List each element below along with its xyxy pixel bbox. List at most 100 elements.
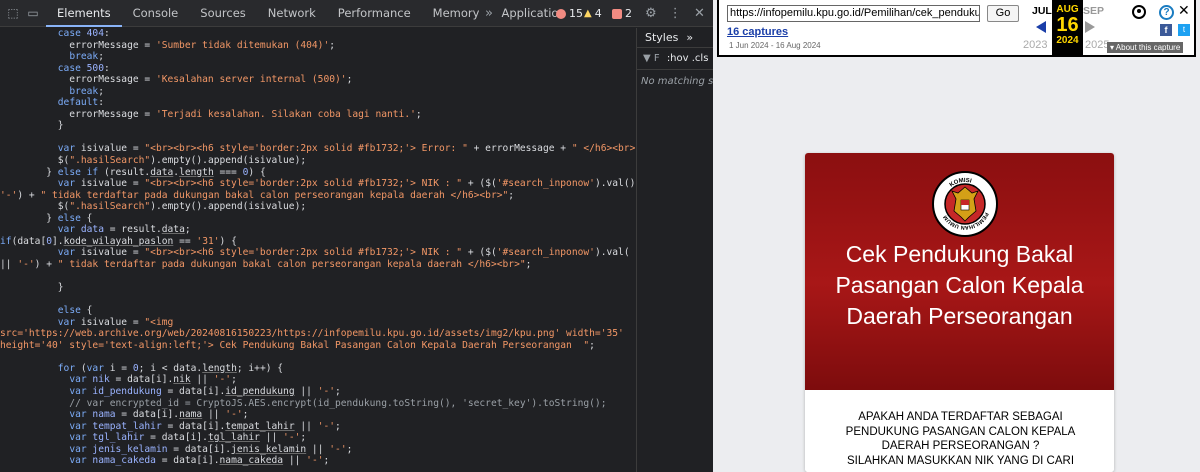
code-token: nik	[173, 374, 191, 386]
more-panes-button[interactable]: »	[686, 28, 693, 47]
code-token: }	[0, 166, 58, 178]
code-token: = data[i].	[167, 443, 232, 455]
code-line: errorMessage = 'Sumber tidak ditemukan (…	[0, 40, 636, 52]
code-token: $(	[0, 201, 70, 213]
code-line: var isivalue = "<br><br><h6 style='borde…	[0, 178, 636, 190]
code-token: ||	[190, 374, 214, 386]
code-token: tempat_lahir	[92, 420, 162, 432]
code-line: var tgl_lahir = data[i].tgl_lahir || '-'…	[0, 432, 636, 444]
issues-badge[interactable]: 2	[612, 0, 632, 27]
code-token: + ($(	[462, 247, 497, 259]
code-line: || '-') + " tidak terdaftar pada dukunga…	[0, 259, 636, 271]
search-card: KOMISI PEMILIHAN UMUM Cek Pendukung Baka…	[805, 153, 1114, 472]
code-token: + errorMessage +	[467, 143, 572, 155]
tab-styles[interactable]: Styles	[645, 28, 678, 47]
code-token: else if	[57, 166, 99, 178]
code-line: '-') + " tidak terdaftar pada dukungan b…	[0, 190, 636, 202]
code-token: ;	[346, 74, 353, 86]
code-token: ;	[323, 455, 330, 467]
code-token: errorMessage =	[0, 39, 156, 51]
prev-month-label[interactable]: JUL	[1032, 5, 1052, 17]
card-header: KOMISI PEMILIHAN UMUM Cek Pendukung Baka…	[805, 153, 1114, 390]
code-token: ).val()	[594, 178, 636, 190]
close-icon[interactable]: ✕	[1178, 3, 1190, 19]
devtools-toolbar: ⬚ ▭ Elements Console Sources Network Per…	[0, 0, 713, 27]
code-token: ;	[525, 258, 532, 270]
code-token: :	[103, 62, 110, 74]
question-text: APAKAH ANDA TERDAFTAR SEBAGAI PENDUKUNG …	[845, 411, 1076, 452]
tab-network[interactable]: Network	[257, 0, 327, 27]
wayback-url-input[interactable]: https://infopemilu.kpu.go.id/Pemilihan/c…	[727, 5, 980, 22]
styles-filter[interactable]: ▼ F :hov .cls	[637, 48, 713, 70]
code-line: } else if (result.data.length === 0) {	[0, 167, 636, 179]
code-token: ;	[346, 443, 353, 455]
code-token: var	[69, 420, 87, 432]
code-line: }	[0, 282, 636, 294]
code-token: $(	[0, 155, 70, 167]
code-token: = data[i].	[144, 432, 208, 444]
code-token: '-'	[306, 455, 324, 467]
facebook-share-icon[interactable]: f	[1160, 24, 1172, 36]
tab-elements[interactable]: Elements	[46, 0, 122, 27]
code-line: height='40' style='text-align:left;'> Ce…	[0, 340, 636, 352]
devtools-tabs: Elements Console Sources Network Perform…	[46, 0, 577, 27]
code-token: length	[202, 362, 237, 374]
code-token: ;	[329, 39, 336, 51]
user-account-icon[interactable]	[1132, 5, 1146, 19]
tab-performance[interactable]: Performance	[327, 0, 422, 27]
more-tabs-button[interactable]: »	[485, 0, 493, 27]
settings-gear-icon[interactable]: ⚙	[645, 6, 657, 21]
code-line: } else {	[0, 213, 636, 225]
help-icon[interactable]: ?	[1159, 5, 1174, 20]
errors-badge[interactable]: 15	[556, 0, 583, 27]
kebab-menu-icon[interactable]: ⋮	[669, 6, 682, 21]
code-token: ||	[0, 258, 18, 270]
code-token: var	[69, 443, 87, 455]
device-toolbar-icon[interactable]: ▭	[26, 6, 40, 20]
code-token: src='https://web.archive.org/web/2024081…	[0, 328, 624, 340]
code-token: errorMessage =	[0, 108, 156, 120]
code-token: ||	[294, 385, 318, 397]
code-token: = data[i].	[109, 374, 174, 386]
twitter-share-icon[interactable]: t	[1178, 24, 1190, 36]
close-devtools-icon[interactable]: ✕	[694, 6, 705, 21]
next-year-label: 2025	[1085, 39, 1110, 51]
code-token: var	[69, 432, 87, 444]
code-token: ) {	[248, 166, 266, 178]
code-line: errorMessage = 'Kesalahan server interna…	[0, 74, 636, 86]
code-token: data	[161, 224, 185, 236]
prev-year-label[interactable]: 2023	[1023, 39, 1047, 51]
inspect-element-icon[interactable]: ⬚	[6, 6, 20, 20]
captures-link[interactable]: 16 captures	[727, 26, 788, 38]
warning-icon: ▲	[584, 8, 592, 19]
about-capture-button[interactable]: ▾ About this capture	[1107, 42, 1184, 53]
code-token: length	[179, 166, 214, 178]
next-capture-arrow-icon[interactable]	[1085, 21, 1095, 33]
code-token: kode_wilayah_paslon	[63, 235, 174, 247]
go-button[interactable]: Go	[987, 5, 1019, 22]
code-token: '-'	[0, 189, 18, 201]
code-token: ||	[202, 409, 226, 421]
code-token: var	[57, 143, 76, 155]
code-token: data	[150, 166, 174, 178]
tab-memory[interactable]: Memory	[422, 0, 491, 27]
code-line: }	[0, 120, 636, 132]
tab-console[interactable]: Console	[122, 0, 190, 27]
source-code-view[interactable]: case 404: errorMessage = 'Sumber tidak d…	[0, 28, 636, 472]
prev-capture-arrow-icon[interactable]	[1036, 21, 1046, 33]
code-line: var data = result.data;	[0, 224, 636, 236]
capture-range: 1 Jun 2024 - 16 Aug 2024	[729, 41, 821, 50]
filter-pseudo-toggles[interactable]: :hov .cls	[667, 53, 709, 64]
tab-sources[interactable]: Sources	[189, 0, 257, 27]
code-token: break	[69, 85, 99, 97]
warnings-badge[interactable]: ▲ 4	[584, 0, 602, 27]
code-token: (result.	[98, 166, 151, 178]
code-token: ) {	[219, 235, 237, 247]
